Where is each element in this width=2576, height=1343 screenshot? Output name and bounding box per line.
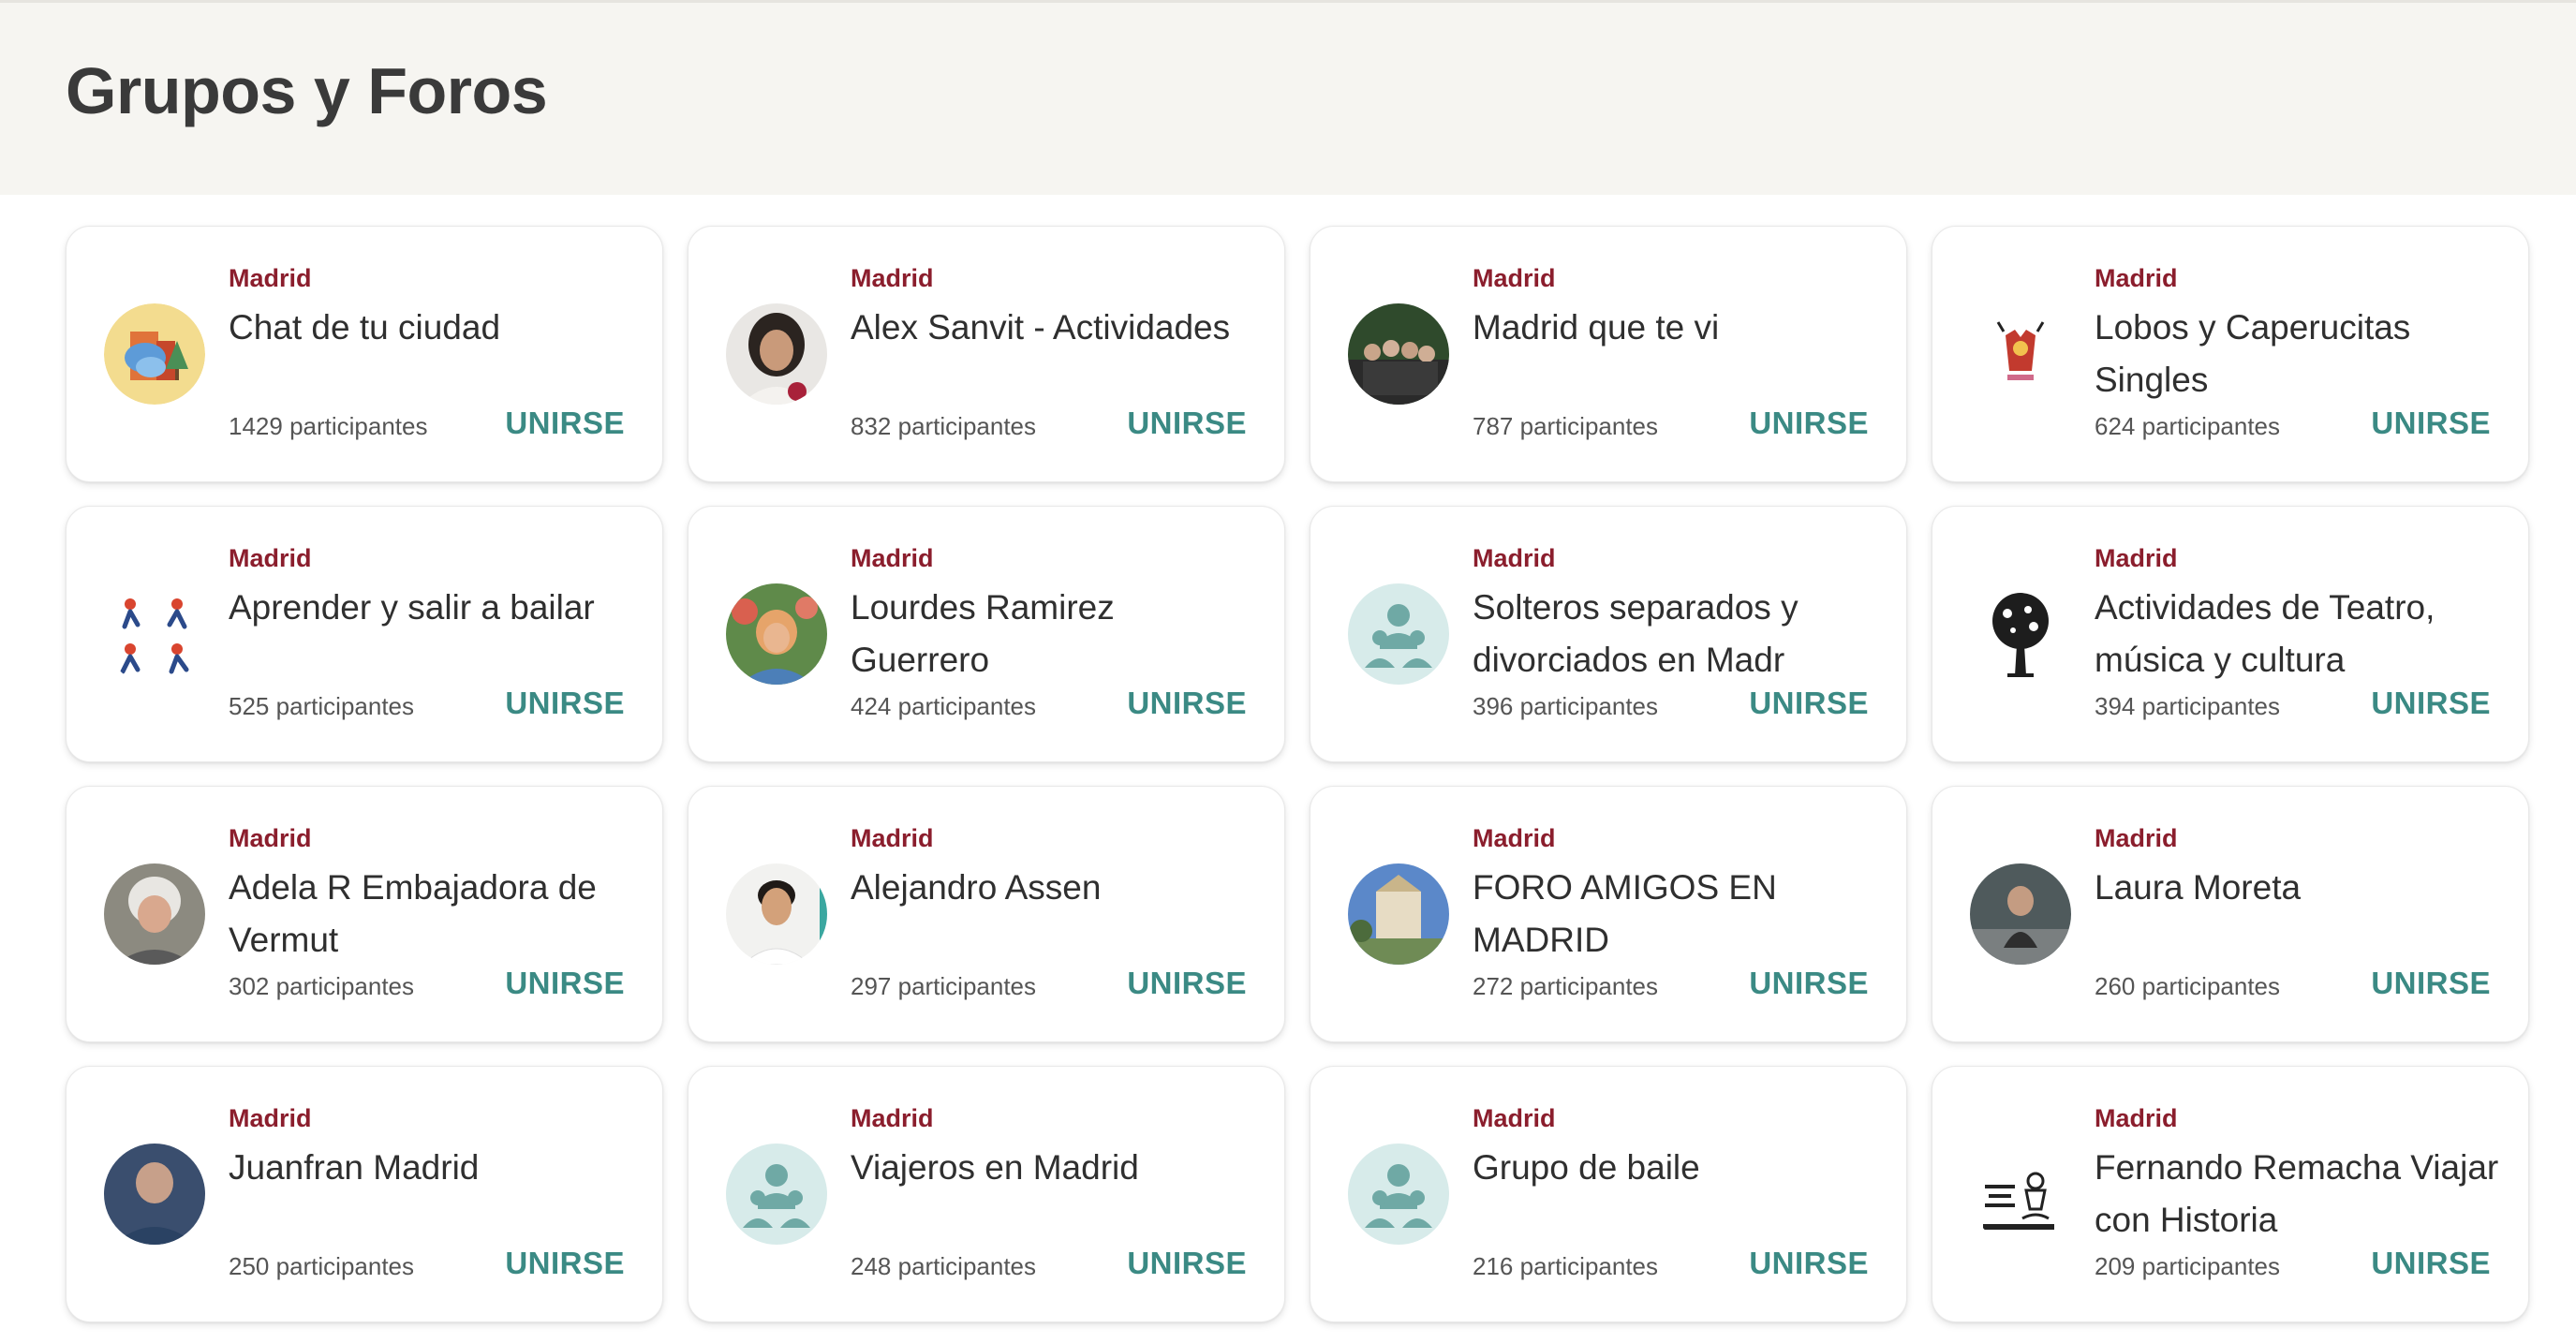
group-card[interactable]: Madrid Lobos y Caperucitas Singles 624 p… <box>1932 226 2529 482</box>
participants-count: 297 participantes <box>851 972 1037 1000</box>
join-button[interactable]: UNIRSE <box>505 406 625 441</box>
group-city: Madrid <box>1473 264 1556 292</box>
group-card[interactable]: Madrid Viajeros en Madrid 248 participan… <box>688 1066 1285 1322</box>
group-placeholder-icon <box>1348 1144 1449 1245</box>
page-header: Grupos y Foros <box>0 0 2576 195</box>
join-button[interactable]: UNIRSE <box>1749 406 1869 441</box>
join-button[interactable]: UNIRSE <box>1749 1246 1869 1281</box>
group-name[interactable]: Adela R Embajadora de Vermut <box>229 862 641 967</box>
group-placeholder-icon <box>1348 583 1449 685</box>
group-name[interactable]: FORO AMIGOS EN MADRID <box>1473 862 1885 967</box>
join-button[interactable]: UNIRSE <box>1127 686 1247 721</box>
join-button[interactable]: UNIRSE <box>505 686 625 721</box>
participants-count: 832 participantes <box>851 412 1037 440</box>
group-avatar <box>1970 863 2071 965</box>
participants-count: 250 participantes <box>229 1252 415 1280</box>
group-name[interactable]: Actividades de Teatro, música y cultura <box>2095 582 2507 686</box>
viajar-logo-icon <box>1970 1144 2071 1245</box>
group-city: Madrid <box>2095 544 2178 572</box>
group-avatar <box>1348 863 1449 965</box>
participants-count: 272 participantes <box>1473 972 1659 1000</box>
lobos-logo-icon <box>1970 303 2071 405</box>
group-avatar <box>726 303 827 405</box>
group-placeholder-icon <box>726 1144 827 1245</box>
group-card[interactable]: Madrid Solteros separados y divorciados … <box>1310 506 1907 762</box>
group-name[interactable]: Juanfran Madrid <box>229 1142 641 1194</box>
join-button[interactable]: UNIRSE <box>2371 686 2491 721</box>
participants-count: 216 participantes <box>1473 1252 1659 1280</box>
group-city: Madrid <box>2095 824 2178 852</box>
group-avatar <box>1348 303 1449 405</box>
participants-count: 424 participantes <box>851 692 1037 720</box>
group-city: Madrid <box>2095 264 2178 292</box>
group-city: Madrid <box>229 824 312 852</box>
group-card[interactable]: Madrid Alex Sanvit - Actividades 832 par… <box>688 226 1285 482</box>
participants-count: 394 participantes <box>2095 692 2281 720</box>
group-city: Madrid <box>851 824 934 852</box>
tree-icon <box>1970 583 2071 685</box>
groups-grid: Madrid Chat de tu ciudad 1429 participan… <box>66 226 2529 1322</box>
participants-count: 396 participantes <box>1473 692 1659 720</box>
join-button[interactable]: UNIRSE <box>1127 406 1247 441</box>
group-name[interactable]: Alex Sanvit - Actividades <box>851 302 1263 354</box>
group-card[interactable]: Madrid Juanfran Madrid 250 participantes… <box>66 1066 663 1322</box>
chat-city-icon <box>104 303 205 405</box>
group-avatar <box>726 863 827 965</box>
group-avatar <box>104 863 205 965</box>
group-card[interactable]: Madrid Actividades de Teatro, música y c… <box>1932 506 2529 762</box>
group-city: Madrid <box>2095 1104 2178 1132</box>
join-button[interactable]: UNIRSE <box>2371 966 2491 1001</box>
group-name[interactable]: Laura Moreta <box>2095 862 2507 914</box>
participants-count: 787 participantes <box>1473 412 1659 440</box>
participants-count: 260 participantes <box>2095 972 2281 1000</box>
group-city: Madrid <box>851 1104 934 1132</box>
participants-count: 302 participantes <box>229 972 415 1000</box>
participants-count: 525 participantes <box>229 692 415 720</box>
group-card[interactable]: Madrid Madrid que te vi 787 participante… <box>1310 226 1907 482</box>
participants-count: 209 participantes <box>2095 1252 2281 1280</box>
page-title: Grupos y Foros <box>66 54 548 127</box>
group-card[interactable]: Madrid Lourdes Ramirez Guerrero 424 part… <box>688 506 1285 762</box>
join-button[interactable]: UNIRSE <box>505 1246 625 1281</box>
dance-icon <box>104 583 205 685</box>
participants-count: 624 participantes <box>2095 412 2281 440</box>
group-name[interactable]: Grupo de baile <box>1473 1142 1885 1194</box>
group-city: Madrid <box>1473 544 1556 572</box>
group-avatar <box>726 583 827 685</box>
group-city: Madrid <box>1473 1104 1556 1132</box>
group-card[interactable]: Madrid Chat de tu ciudad 1429 participan… <box>66 226 663 482</box>
group-name[interactable]: Chat de tu ciudad <box>229 302 641 354</box>
group-card[interactable]: Madrid Laura Moreta 260 participantes UN… <box>1932 786 2529 1042</box>
group-name[interactable]: Lourdes Ramirez Guerrero <box>851 582 1263 686</box>
participants-count: 1429 participantes <box>229 412 428 440</box>
join-button[interactable]: UNIRSE <box>1127 1246 1247 1281</box>
group-name[interactable]: Fernando Remacha Viajar con Historia <box>2095 1142 2507 1247</box>
group-city: Madrid <box>851 544 934 572</box>
join-button[interactable]: UNIRSE <box>505 966 625 1001</box>
group-name[interactable]: Viajeros en Madrid <box>851 1142 1263 1194</box>
group-card[interactable]: Madrid Alejandro Assen 297 participantes… <box>688 786 1285 1042</box>
group-city: Madrid <box>851 264 934 292</box>
group-city: Madrid <box>1473 824 1556 852</box>
join-button[interactable]: UNIRSE <box>2371 406 2491 441</box>
group-name[interactable]: Aprender y salir a bailar <box>229 582 641 634</box>
participants-count: 248 participantes <box>851 1252 1037 1280</box>
group-city: Madrid <box>229 1104 312 1132</box>
group-card[interactable]: Madrid FORO AMIGOS EN MADRID 272 partici… <box>1310 786 1907 1042</box>
join-button[interactable]: UNIRSE <box>2371 1246 2491 1281</box>
group-name[interactable]: Solteros separados y divorciados en Madr <box>1473 582 1885 686</box>
group-card[interactable]: Madrid Adela R Embajadora de Vermut 302 … <box>66 786 663 1042</box>
group-card[interactable]: Madrid Fernando Remacha Viajar con Histo… <box>1932 1066 2529 1322</box>
group-name[interactable]: Lobos y Caperucitas Singles <box>2095 302 2507 406</box>
group-avatar <box>104 1144 205 1245</box>
join-button[interactable]: UNIRSE <box>1127 966 1247 1001</box>
group-city: Madrid <box>229 264 312 292</box>
group-card[interactable]: Madrid Grupo de baile 216 participantes … <box>1310 1066 1907 1322</box>
join-button[interactable]: UNIRSE <box>1749 686 1869 721</box>
join-button[interactable]: UNIRSE <box>1749 966 1869 1001</box>
group-city: Madrid <box>229 544 312 572</box>
group-name[interactable]: Alejandro Assen <box>851 862 1263 914</box>
group-name[interactable]: Madrid que te vi <box>1473 302 1885 354</box>
group-card[interactable]: Madrid Aprender y salir a bailar 525 par… <box>66 506 663 762</box>
